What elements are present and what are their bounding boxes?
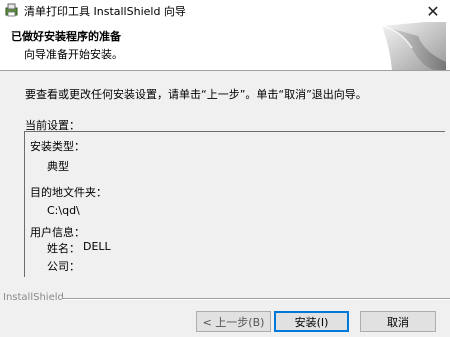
destination-value: C:\qd\ [47,204,80,217]
cancel-button[interactable]: 取消 [360,311,436,332]
header-banner: 已做好安装程序的准备 向导准备开始安装。 [0,22,450,71]
user-info-label: 用户信息： [30,226,85,239]
settings-summary-box[interactable]: 安装类型： 典型 目的地文件夹： C:\qd\ 用户信息： 姓名： DELL 公… [24,131,445,277]
close-icon[interactable]: ✕ [422,0,444,22]
name-value: DELL [83,240,111,253]
back-button[interactable]: < 上一步(B) [196,311,271,332]
name-label: 姓名： [47,242,80,255]
setup-type-value: 典型 [47,160,69,173]
instruction-text: 要查看或更改任何安装设置，请单击“上一步”。单击“取消”退出向导。 [25,88,367,101]
installer-icon [5,3,18,17]
setup-type-label: 安装类型： [30,140,85,153]
banner-subtitle: 向导准备开始安装。 [24,48,123,61]
footer-divider [62,298,450,300]
install-button[interactable]: 安装(I) [274,311,349,332]
company-label: 公司： [47,260,80,273]
destination-label: 目的地文件夹： [30,186,107,199]
installshield-brand: InstallShield [3,292,64,303]
title-bar: 清单打印工具 InstallShield 向导 ✕ [0,0,450,22]
page-curl-graphic [381,22,446,70]
banner-title: 已做好安装程序的准备 [11,30,121,43]
window-title: 清单打印工具 InstallShield 向导 [24,5,186,18]
